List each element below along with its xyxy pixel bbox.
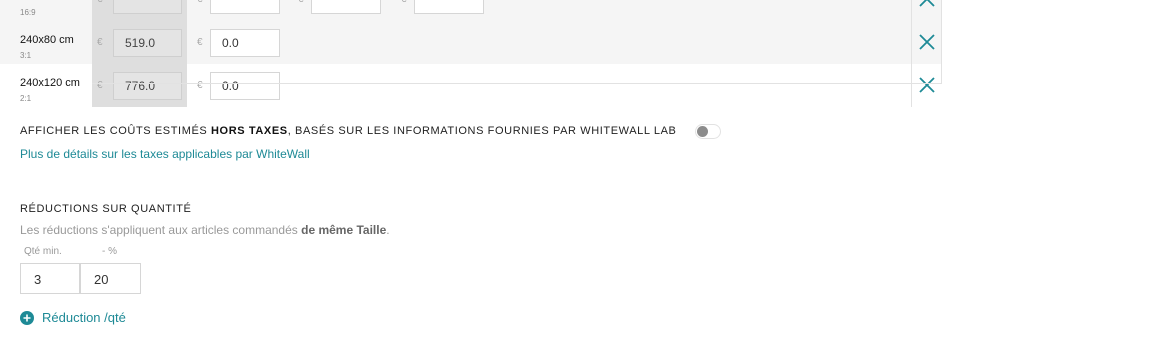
percent-column-label: - %: [102, 246, 117, 257]
buy-price-field: 519.0: [113, 29, 182, 57]
sell-price-input[interactable]: [210, 0, 280, 14]
delete-row-icon[interactable]: [917, 0, 937, 9]
column-divider: [911, 64, 912, 107]
currency-symbol: €: [97, 37, 103, 48]
sell-price-input[interactable]: [414, 0, 484, 14]
discount-percent-input[interactable]: 20: [80, 263, 141, 294]
min-qty-input[interactable]: 3: [20, 263, 80, 294]
tax-toggle-switch[interactable]: [695, 124, 721, 139]
sell-price-input[interactable]: 0.0: [210, 29, 280, 57]
size-label: 240x80 cm: [20, 34, 74, 46]
size-label: 240x120 cm: [20, 77, 80, 89]
plus-circle-icon: [20, 310, 34, 325]
add-discount-button[interactable]: Réduction /qté: [20, 310, 126, 325]
tax-text-before: AFFICHER LES COÛTS ESTIMÉS: [20, 125, 212, 137]
currency-symbol: €: [97, 0, 103, 5]
table-border: [941, 0, 942, 84]
currency-symbol: €: [197, 0, 203, 5]
tax-details-link[interactable]: Plus de détails sur les taxes applicable…: [20, 147, 310, 161]
section-description: Les réductions s'appliquent aux articles…: [20, 223, 390, 237]
price-row: 240x120 cm 2:1 € 776.0 € 0.0: [0, 64, 942, 107]
currency-symbol: €: [197, 37, 203, 48]
ratio-label: 2:1: [20, 94, 32, 103]
column-divider: [911, 21, 912, 64]
add-discount-label: Réduction /qté: [42, 310, 126, 325]
buy-price-field: 776.0: [113, 72, 182, 100]
delete-row-icon[interactable]: [917, 32, 937, 52]
column-divider: [911, 0, 912, 21]
price-row: 16:9 € € € €: [0, 0, 942, 21]
currency-symbol: €: [401, 0, 407, 5]
ratio-label: 3:1: [20, 51, 32, 60]
tax-text-bold: HORS TAXES: [211, 125, 288, 137]
min-qty-column-label: Qté min.: [24, 246, 62, 257]
sell-price-input[interactable]: 0.0: [210, 72, 280, 100]
tax-toggle-label: AFFICHER LES COÛTS ESTIMÉS HORS TAXES, B…: [20, 125, 676, 137]
table-border: [92, 83, 942, 84]
toggle-knob: [697, 126, 708, 137]
currency-symbol: €: [97, 80, 103, 91]
delete-row-icon[interactable]: [917, 75, 937, 95]
currency-symbol: €: [298, 0, 304, 5]
currency-symbol: €: [197, 80, 203, 91]
ratio-label: 16:9: [20, 8, 36, 17]
buy-price-field: [113, 0, 182, 14]
section-title: RÉDUCTIONS SUR QUANTITÉ: [20, 203, 192, 215]
price-table: 16:9 € € € € 240x80 cm 3:1 € 519.0 € 0.0…: [0, 0, 942, 107]
price-row: 240x80 cm 3:1 € 519.0 € 0.0: [0, 21, 942, 64]
desc-text-before: Les réductions s'appliquent aux articles…: [20, 223, 302, 237]
tax-text-after: , BASÉS SUR LES INFORMATIONS FOURNIES PA…: [287, 125, 677, 137]
desc-text-after: .: [386, 223, 390, 237]
sell-price-input[interactable]: [311, 0, 381, 14]
desc-text-bold: de même Taille: [301, 223, 387, 237]
